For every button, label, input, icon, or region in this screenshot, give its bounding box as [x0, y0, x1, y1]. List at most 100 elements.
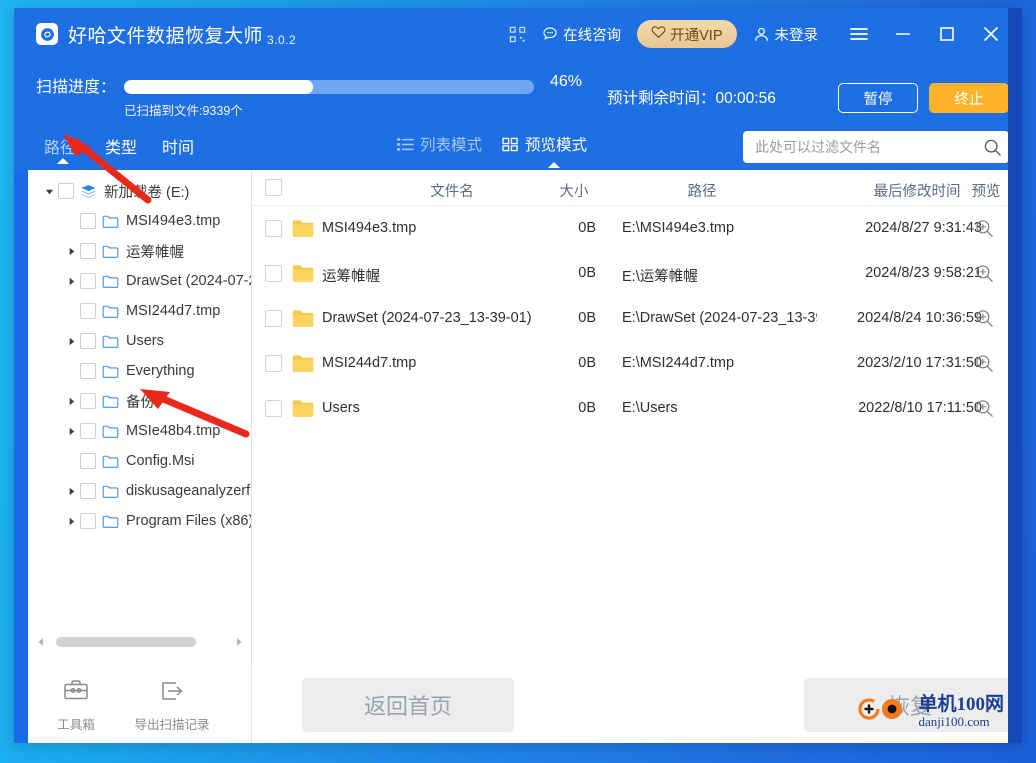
scrollbar-track[interactable] — [52, 637, 228, 647]
toolbox-button[interactable]: 工具箱 — [28, 678, 124, 733]
zoom-in-icon[interactable] — [974, 218, 995, 244]
chevron-right-icon[interactable] — [62, 326, 80, 356]
row-checkbox[interactable] — [265, 310, 282, 327]
tree-node-label: Everything — [126, 363, 195, 379]
zoom-in-icon[interactable] — [974, 353, 995, 379]
folder-outline-icon — [99, 244, 121, 259]
preview-mode-label: 预览模式 — [525, 137, 588, 154]
tree-node-checkbox[interactable] — [80, 303, 96, 319]
tree-node-checkbox[interactable] — [80, 273, 96, 289]
zoom-in-icon[interactable] — [974, 263, 995, 289]
tree-node[interactable]: 备份 — [28, 386, 251, 416]
folder-outline-icon — [99, 304, 121, 319]
column-header-name[interactable]: 文件名 — [412, 180, 492, 201]
filter-tab-time[interactable]: 时间 — [162, 134, 194, 158]
footer-actions: 返回首页 恢复 — [252, 667, 1016, 743]
minimize-icon[interactable] — [888, 19, 918, 49]
tree-node-checkbox[interactable] — [80, 213, 96, 229]
column-header-size[interactable]: 大小 — [552, 180, 596, 201]
tree-node[interactable]: Config.Msi — [28, 446, 251, 476]
tree-node-checkbox[interactable] — [80, 243, 96, 259]
row-checkbox[interactable] — [265, 355, 282, 372]
tree-node[interactable]: MSI494e3.tmp — [28, 206, 251, 236]
file-mtime-cell: 2024/8/27 9:31:43 — [865, 220, 982, 236]
chevron-right-icon[interactable] — [62, 266, 80, 296]
close-icon[interactable] — [976, 19, 1006, 49]
table-row[interactable]: DrawSet (2024-07-23_13-39-01) 0B E:\DrawSe… — [252, 296, 1008, 341]
app-title-text: 好哈文件数据恢复大师 — [68, 25, 264, 47]
footer-bar: 工具箱 导出扫描记录 返回首页 恢复 — [28, 667, 1016, 743]
table-row[interactable]: MSI494e3.tmp 0B E:\MSI494e3.tmp 2024/8/27 9… — [252, 206, 1008, 251]
table-row[interactable]: 运筹帷幄 0B E:\运筹帷幄 2024/8/23 9:58:21 — [252, 251, 1008, 296]
recover-button[interactable]: 恢复 — [804, 678, 1016, 732]
hamburger-menu-icon[interactable] — [844, 19, 874, 49]
scroll-left-arrow-icon[interactable] — [36, 637, 46, 647]
scrollbar-thumb[interactable] — [56, 637, 196, 647]
table-row[interactable]: Users 0B E:\Users 2022/8/10 17:11:50 — [252, 386, 1008, 431]
file-path-cell: E:\DrawSet (2024-07-23_13-39 — [622, 310, 817, 326]
tree-node-checkbox[interactable] — [80, 453, 96, 469]
tree-node[interactable]: Users — [28, 326, 251, 356]
progress-track — [124, 80, 534, 94]
preview-mode-button[interactable]: 预览模式 — [502, 133, 587, 155]
tree-node[interactable]: MSI244d7.tmp — [28, 296, 251, 326]
open-vip-button[interactable]: 开通VIP — [637, 20, 737, 48]
online-consult-button[interactable]: 在线咨询 — [542, 24, 621, 45]
zoom-in-icon[interactable] — [974, 308, 995, 334]
tree-node[interactable]: DrawSet (2024-07-23 — [28, 266, 251, 296]
tree-node[interactable]: Program Files (x86) — [28, 506, 251, 536]
tree-node-label: Config.Msi — [126, 453, 195, 469]
account-button[interactable]: 未登录 — [753, 24, 818, 45]
tree-node-checkbox[interactable] — [80, 393, 96, 409]
tree-node-checkbox[interactable] — [80, 363, 96, 379]
export-scan-log-button[interactable]: 导出扫描记录 — [124, 678, 220, 733]
column-header-mtime[interactable]: 最后修改时间 — [852, 180, 982, 201]
tree-node-checkbox[interactable] — [58, 183, 74, 199]
column-header-preview: 预览 — [971, 184, 1001, 200]
tree-node-checkbox[interactable] — [80, 483, 96, 499]
tree-node-checkbox[interactable] — [80, 423, 96, 439]
search-icon[interactable] — [975, 138, 1009, 157]
back-to-home-button[interactable]: 返回首页 — [302, 678, 514, 732]
pause-button[interactable]: 暂停 — [838, 83, 918, 113]
select-all-checkbox[interactable] — [265, 179, 282, 196]
folder-icon — [292, 309, 314, 333]
chevron-right-icon[interactable] — [62, 386, 80, 416]
filter-tab-type[interactable]: 类型 — [105, 134, 137, 158]
scroll-right-arrow-icon[interactable] — [234, 637, 244, 647]
filter-tab-path[interactable]: 路径 — [44, 134, 76, 158]
export-icon — [158, 678, 186, 709]
scan-progress-label: 扫描进度： — [36, 79, 117, 96]
table-row[interactable]: MSI244d7.tmp 0B E:\MSI244d7.tmp 2023/2/10 1… — [252, 341, 1008, 386]
qrcode-icon[interactable] — [509, 26, 526, 43]
chevron-right-icon[interactable] — [62, 506, 80, 536]
tree-node[interactable]: MSIe48b4.tmp — [28, 416, 251, 446]
chevron-right-icon[interactable] — [62, 236, 80, 266]
row-checkbox[interactable] — [265, 400, 282, 417]
tree-node[interactable]: 新加载卷 (E:) — [28, 176, 251, 206]
tree-node[interactable]: diskusageanalyzerfre — [28, 476, 251, 506]
tree-node-checkbox[interactable] — [80, 333, 96, 349]
scan-percent-text: 46% — [550, 73, 583, 90]
column-header-path[interactable]: 路径 — [682, 180, 722, 201]
chevron-down-icon[interactable] — [40, 176, 58, 206]
tree-node-label: Users — [126, 333, 164, 349]
file-size-cell: 0B — [578, 310, 596, 326]
row-checkbox[interactable] — [265, 220, 282, 237]
zoom-in-icon[interactable] — [974, 398, 995, 424]
scanned-files-count: 已扫描到文件:9339个 — [124, 104, 243, 118]
tree-node-checkbox[interactable] — [80, 513, 96, 529]
tree-node[interactable]: Everything — [28, 356, 251, 386]
list-mode-button[interactable]: 列表模式 — [397, 133, 482, 155]
tree-node[interactable]: 运筹帷幄 — [28, 236, 251, 266]
chevron-right-icon[interactable] — [62, 416, 80, 446]
search-input[interactable] — [743, 139, 975, 155]
row-checkbox[interactable] — [265, 265, 282, 282]
heart-icon — [651, 25, 666, 43]
chevron-right-icon[interactable] — [62, 476, 80, 506]
maximize-icon[interactable] — [932, 19, 962, 49]
stop-button[interactable]: 终止 — [929, 83, 1009, 113]
sidebar-horizontal-scrollbar[interactable] — [36, 635, 244, 649]
